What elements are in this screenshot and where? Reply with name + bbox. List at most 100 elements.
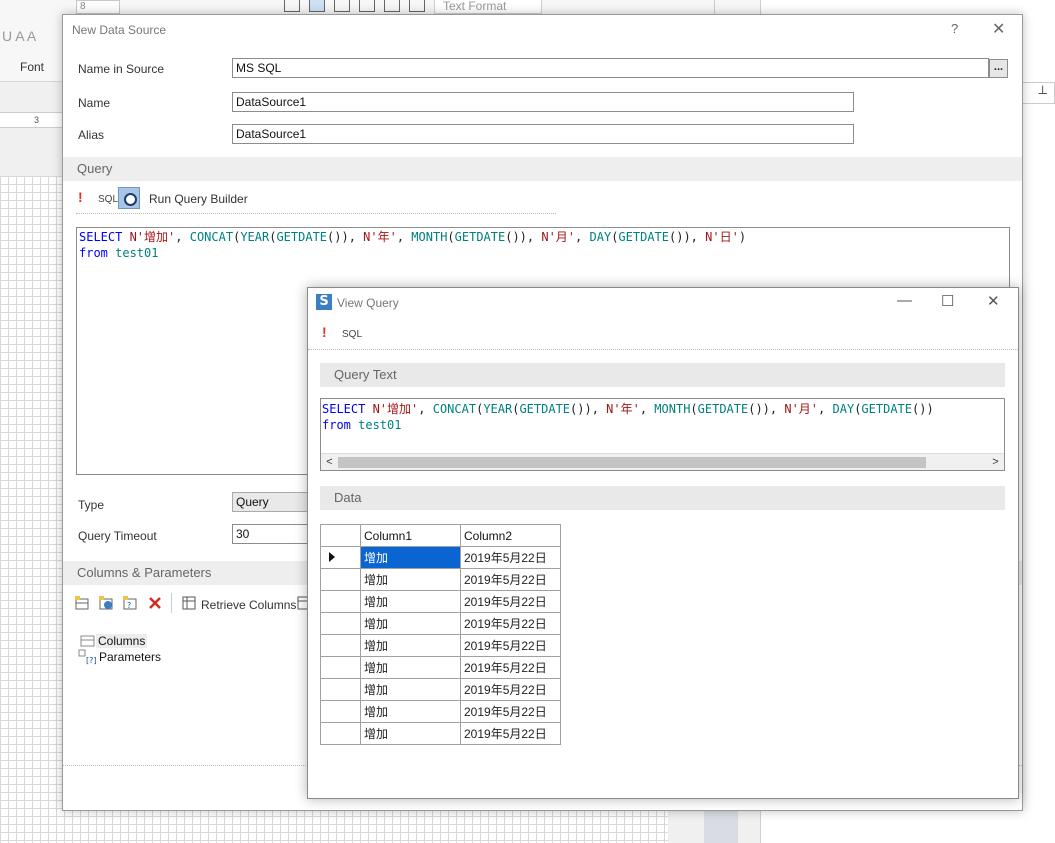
sql-function: MONTH bbox=[411, 230, 448, 244]
query-timeout-label: Query Timeout bbox=[78, 529, 157, 543]
retrieve-columns-icon[interactable] bbox=[181, 595, 197, 611]
sql-string: N'年' bbox=[363, 230, 397, 244]
result-grid[interactable]: Column1 Column2 增加 2019年5月22日 增加 2019年5月22日… bbox=[320, 524, 561, 745]
table-row[interactable]: 增加 2019年5月22日 bbox=[320, 700, 561, 723]
sql-tag: SQL bbox=[98, 194, 119, 205]
grid-cell[interactable]: 增加 bbox=[360, 612, 461, 635]
sql-punct: ( bbox=[690, 402, 698, 416]
row-header[interactable] bbox=[320, 590, 361, 613]
sql-table-name: test01 bbox=[350, 418, 402, 432]
sql-string: N'日' bbox=[705, 230, 739, 244]
sql-function: YEAR bbox=[240, 230, 270, 244]
pin-icon[interactable]: ⊥ bbox=[1022, 82, 1055, 104]
row-header[interactable] bbox=[320, 722, 361, 745]
grid-cell[interactable]: 增加 bbox=[360, 678, 461, 701]
row-header[interactable] bbox=[320, 656, 361, 679]
row-header[interactable] bbox=[320, 634, 361, 657]
warning-icon: ! bbox=[322, 324, 327, 340]
row-header[interactable] bbox=[320, 700, 361, 723]
maximize-button[interactable]: ☐ bbox=[941, 292, 954, 310]
grid-cell[interactable]: 增加 bbox=[360, 546, 461, 569]
column-header[interactable]: Column1 bbox=[360, 524, 461, 547]
sql-punct: ( bbox=[447, 230, 455, 244]
grid-cell[interactable]: 增加 bbox=[360, 722, 461, 745]
row-header[interactable] bbox=[320, 546, 361, 569]
name-in-source-field[interactable]: MS SQL bbox=[232, 58, 989, 78]
new-parameter-icon[interactable]: ? bbox=[122, 595, 138, 611]
table-row[interactable]: 增加 2019年5月22日 bbox=[320, 678, 561, 701]
scroll-thumb[interactable] bbox=[338, 457, 926, 468]
grid-cell[interactable]: 2019年5月22日 bbox=[460, 568, 561, 591]
tree-node-parameters[interactable]: Parameters bbox=[99, 650, 161, 664]
border-icon[interactable] bbox=[409, 0, 425, 12]
border-icon[interactable] bbox=[309, 0, 325, 12]
table-row[interactable]: 增加 2019年5月22日 bbox=[320, 722, 561, 745]
grid-cell[interactable]: 2019年5月22日 bbox=[460, 678, 561, 701]
columns-node-icon bbox=[80, 635, 95, 647]
sql-punct: ()), bbox=[570, 402, 607, 416]
scroll-left-arrow-icon[interactable]: < bbox=[321, 454, 338, 470]
query-text-box[interactable]: SELECT N'增加', CONCAT(YEAR(GETDATE()), N'… bbox=[320, 398, 1005, 471]
query-timeout-field[interactable]: 30 bbox=[232, 524, 312, 544]
grid-cell[interactable]: 2019年5月22日 bbox=[460, 634, 561, 657]
grid-cell[interactable]: 增加 bbox=[360, 656, 461, 679]
browse-button[interactable]: ... bbox=[989, 59, 1008, 78]
sql-function: GETDATE bbox=[519, 402, 571, 416]
font-size-select[interactable]: 8 bbox=[76, 0, 120, 14]
row-header[interactable] bbox=[320, 612, 361, 635]
grid-cell[interactable]: 增加 bbox=[360, 568, 461, 591]
sql-function: GETDATE bbox=[276, 230, 328, 244]
sql-string: N'增加' bbox=[365, 402, 419, 416]
grid-cell[interactable]: 2019年5月22日 bbox=[460, 722, 561, 745]
sql-table-name: test01 bbox=[107, 246, 159, 260]
table-row[interactable]: 增加 2019年5月22日 bbox=[320, 546, 561, 569]
name-field[interactable]: DataSource1 bbox=[232, 92, 854, 112]
border-icon[interactable] bbox=[359, 0, 375, 12]
close-button[interactable]: ✕ bbox=[987, 292, 1000, 310]
table-row[interactable]: 增加 2019年5月22日 bbox=[320, 568, 561, 591]
border-icon[interactable] bbox=[284, 0, 300, 12]
horizontal-scrollbar[interactable]: < > bbox=[321, 453, 1004, 470]
dialog-title: View Query bbox=[337, 296, 399, 310]
type-select[interactable]: Query bbox=[232, 492, 312, 512]
minimize-button[interactable]: — bbox=[897, 292, 912, 309]
query-section-header: Query bbox=[63, 157, 1022, 181]
type-label: Type bbox=[78, 498, 105, 512]
row-header[interactable] bbox=[320, 678, 361, 701]
toolbar-divider bbox=[308, 349, 1018, 350]
table-row[interactable]: 增加 2019年5月22日 bbox=[320, 634, 561, 657]
column-header[interactable]: Column2 bbox=[460, 524, 561, 547]
query-builder-icon[interactable] bbox=[118, 187, 140, 209]
tree-node-columns[interactable]: Columns bbox=[96, 634, 148, 648]
grid-cell[interactable]: 增加 bbox=[360, 590, 461, 613]
grid-cell[interactable]: 增加 bbox=[360, 634, 461, 657]
text-format-select[interactable]: Text Format bbox=[434, 0, 542, 14]
retrieve-columns-button[interactable]: Retrieve Columns bbox=[201, 598, 296, 612]
grid-cell[interactable]: 2019年5月22日 bbox=[460, 546, 561, 569]
grid-cell[interactable]: 2019年5月22日 bbox=[460, 612, 561, 635]
sql-punct: , bbox=[575, 230, 590, 244]
new-column-icon[interactable] bbox=[74, 595, 90, 611]
close-button[interactable]: ✕ bbox=[992, 19, 1005, 39]
sql-function: CONCAT bbox=[432, 402, 477, 416]
table-row[interactable]: 增加 2019年5月22日 bbox=[320, 590, 561, 613]
border-icon[interactable] bbox=[334, 0, 350, 12]
row-header[interactable] bbox=[320, 568, 361, 591]
table-row[interactable]: 增加 2019年5月22日 bbox=[320, 612, 561, 635]
run-query-builder-button[interactable]: Run Query Builder bbox=[149, 192, 248, 206]
delete-icon[interactable] bbox=[147, 595, 163, 611]
grid-cell[interactable]: 2019年5月22日 bbox=[460, 590, 561, 613]
border-icon[interactable] bbox=[384, 0, 400, 12]
sql-punct: ()), bbox=[327, 230, 364, 244]
table-row[interactable]: 增加 2019年5月22日 bbox=[320, 656, 561, 679]
sql-punct: , bbox=[396, 230, 412, 244]
grid-cell[interactable]: 2019年5月22日 bbox=[460, 700, 561, 723]
help-button[interactable]: ? bbox=[951, 21, 958, 36]
sql-punct: ()) bbox=[912, 402, 934, 416]
grid-cell[interactable]: 2019年5月22日 bbox=[460, 656, 561, 679]
alias-field[interactable]: DataSource1 bbox=[232, 124, 854, 144]
calculated-column-icon[interactable] bbox=[98, 595, 114, 611]
sql-string: N'月' bbox=[541, 230, 576, 244]
scroll-right-arrow-icon[interactable]: > bbox=[987, 454, 1004, 470]
grid-cell[interactable]: 增加 bbox=[360, 700, 461, 723]
